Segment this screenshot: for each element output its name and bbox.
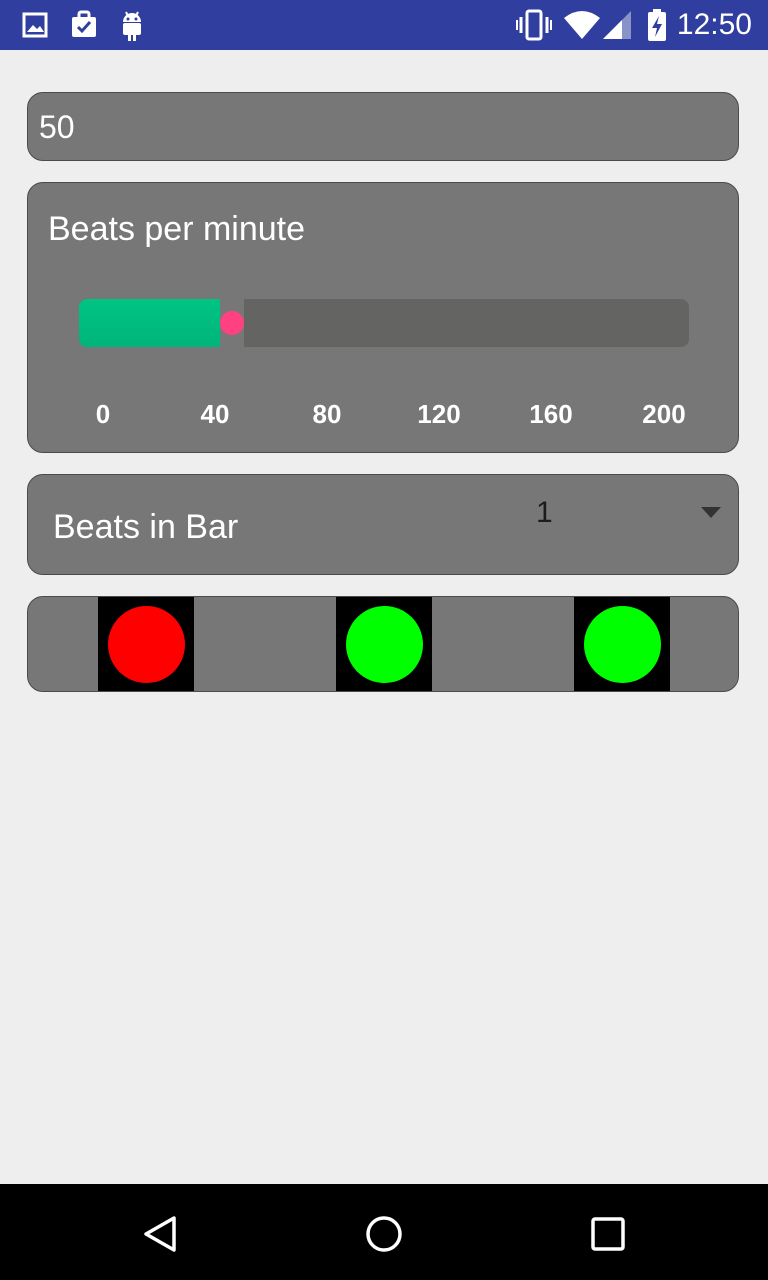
beat-light-box <box>98 597 194 691</box>
bpm-slider-fill <box>79 299 220 347</box>
status-bar: 12:50 <box>0 0 768 50</box>
dropdown-arrow-icon[interactable] <box>701 507 721 518</box>
bpm-slider-thumb[interactable] <box>220 311 244 335</box>
bpm-slider-title: Beats per minute <box>48 210 306 248</box>
wifi-icon <box>564 11 600 39</box>
beat-light-active <box>108 606 185 683</box>
image-icon <box>22 12 48 38</box>
bpm-tick-label: 40 <box>200 399 230 429</box>
android-icon <box>123 11 141 41</box>
bpm-tick-label: 200 <box>642 399 686 429</box>
back-icon[interactable] <box>138 1212 182 1256</box>
beat-light-inactive <box>584 606 661 683</box>
beats-in-bar-dropdown[interactable]: 1 <box>536 495 553 531</box>
bpm-slider-card: Beats per minute 0 40 80 120 160 200 <box>27 182 739 453</box>
bpm-tick-label: 120 <box>417 399 461 429</box>
home-icon[interactable] <box>362 1212 406 1256</box>
clipboard-check-icon <box>72 10 96 37</box>
bpm-slider-track[interactable] <box>79 299 689 347</box>
navigation-bar <box>0 1184 768 1280</box>
bpm-tick-label: 0 <box>95 399 111 429</box>
beats-in-bar-card: Beats in Bar 1 <box>27 474 739 575</box>
bpm-tick-label: 160 <box>529 399 573 429</box>
vibrate-icon <box>516 9 552 41</box>
battery-charging-icon <box>648 9 666 41</box>
beats-in-bar-label: Beats in Bar <box>53 508 239 546</box>
beat-light-box <box>574 597 670 691</box>
beat-lights-row <box>27 596 739 692</box>
beat-light-inactive <box>346 606 423 683</box>
signal-icon <box>603 11 631 39</box>
clock-time: 12:50 <box>676 8 752 41</box>
bpm-input[interactable]: 50 <box>27 92 739 161</box>
beat-light-box <box>336 597 432 691</box>
bpm-tick-label: 80 <box>312 399 342 429</box>
recents-icon[interactable] <box>586 1212 630 1256</box>
